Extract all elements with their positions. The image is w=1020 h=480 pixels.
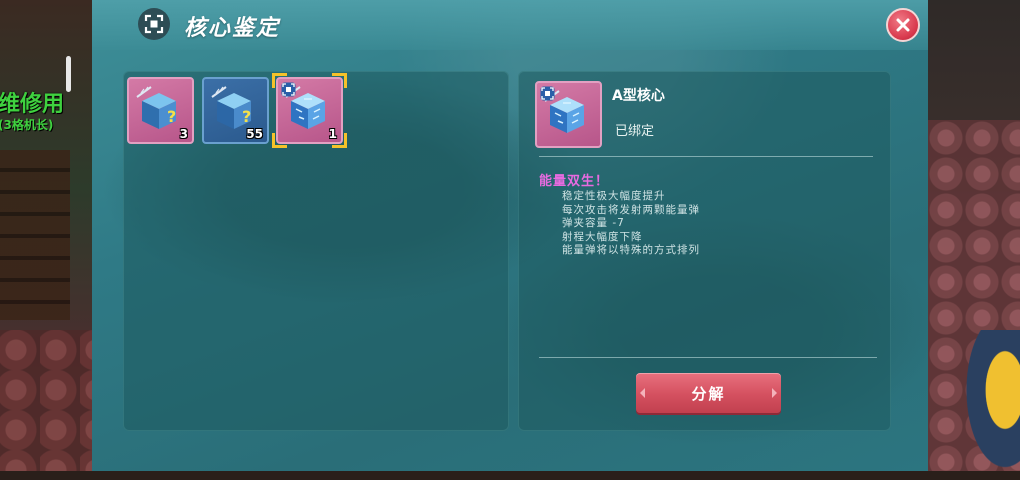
- rug: [0, 330, 92, 471]
- detail-item-icon: [535, 81, 602, 148]
- core-type-icon: [281, 82, 296, 97]
- arrow-left-icon: [640, 388, 645, 398]
- effect-line: 稳定性极大幅度提升: [562, 190, 666, 202]
- character-figure: [960, 330, 1020, 480]
- item-count: 55: [246, 127, 263, 141]
- close-x-icon: [896, 18, 910, 32]
- divider: [539, 357, 877, 358]
- svg-text:?: ?: [242, 107, 251, 126]
- inventory-panel: ? 3 ? 55 1: [123, 71, 509, 431]
- decompose-button[interactable]: 分解: [636, 373, 781, 413]
- item-count: 1: [328, 127, 337, 141]
- bound-status: 已绑定: [615, 124, 655, 139]
- scroll-indicator: [66, 56, 71, 92]
- inventory-slot-selected[interactable]: 1: [276, 77, 343, 144]
- item-name: A型核心: [612, 88, 665, 104]
- effect-line: 每次攻击将发射两颗能量弹: [562, 203, 700, 216]
- npc-name-label: 维修用: [0, 92, 65, 117]
- item-count: 3: [179, 127, 188, 141]
- inventory-slot[interactable]: ? 3: [127, 77, 194, 144]
- effect-line: 弹夹容量 -7: [562, 217, 625, 229]
- core-appraisal-dialog: 核心鉴定 ? 3 ? 55 1 A型核心 已绑定 能量双生！ 稳定性极大幅度提升…: [92, 0, 928, 471]
- close-button[interactable]: [886, 8, 920, 42]
- svg-text:?: ?: [167, 107, 176, 126]
- divider: [539, 156, 873, 157]
- background-scene-right: [928, 0, 1020, 480]
- effect-description: 稳定性极大幅度提升 每次攻击将发射两颗能量弹 弹夹容量 -7 射程大幅度下降 能…: [562, 190, 700, 258]
- effect-line: 能量弹将以特殊的方式排列: [562, 244, 700, 256]
- arrow-right-icon: [772, 388, 777, 398]
- background-scene-left: 维修用 (3格机长): [0, 0, 92, 471]
- core-frame-icon: [138, 8, 170, 40]
- dialog-title: 核心鉴定: [184, 16, 281, 41]
- inventory-slot[interactable]: ? 55: [202, 77, 269, 144]
- npc-subtitle-label: (3格机长): [0, 118, 54, 132]
- effect-title: 能量双生！: [539, 174, 610, 189]
- bookshelf: [0, 150, 70, 320]
- core-type-icon: [540, 86, 555, 101]
- effect-line: 射程大幅度下降: [562, 230, 643, 243]
- decompose-label: 分解: [691, 384, 726, 403]
